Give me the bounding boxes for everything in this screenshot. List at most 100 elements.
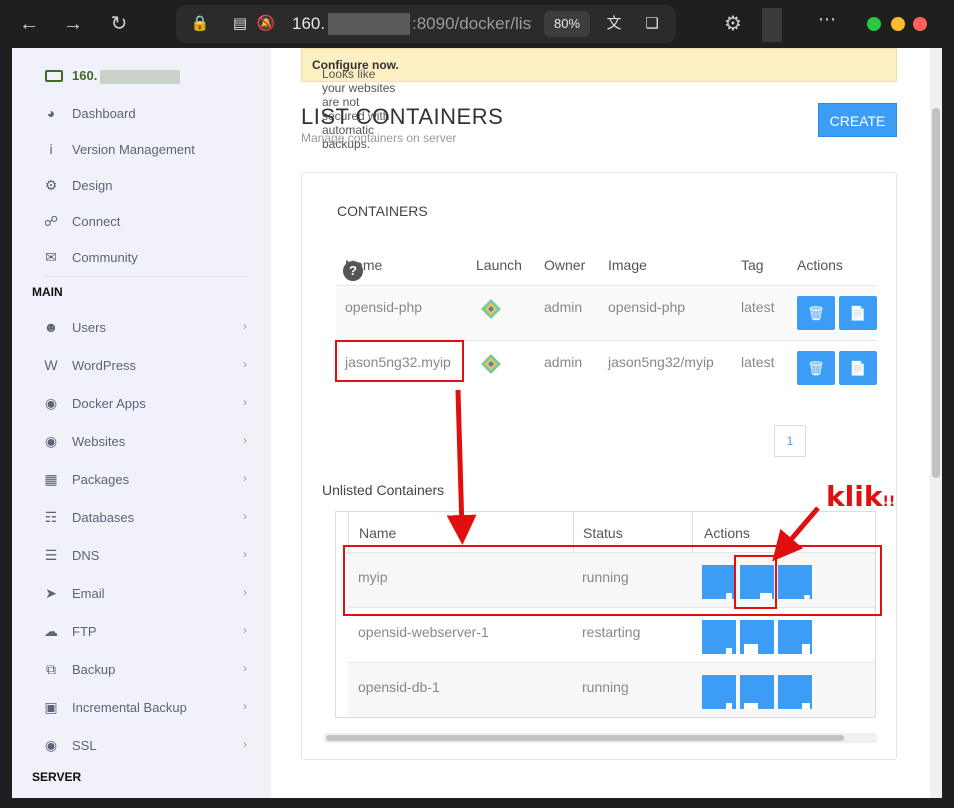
- launch-icon[interactable]: [480, 298, 502, 320]
- containers-panel: CONTAINERS Name ? Launch Owner Image Tag…: [301, 172, 897, 760]
- annotation-box-container-name: [335, 340, 464, 382]
- maximize-icon[interactable]: [867, 17, 881, 31]
- reload-icon[interactable]: ↻: [104, 9, 134, 39]
- minimize-icon[interactable]: [891, 17, 905, 31]
- manage-button[interactable]: 📄: [839, 296, 877, 330]
- sidebar-item-label: Packages: [72, 472, 130, 487]
- redacted-profile: [762, 8, 782, 42]
- lock-icon[interactable]: 🔒: [190, 14, 210, 34]
- info-icon: i: [49, 141, 53, 157]
- sidebar-item-label: Users: [72, 320, 106, 335]
- containers-table-header: Name ? Launch Owner Image Tag Actions: [336, 245, 877, 285]
- more-menu-icon[interactable]: ⋯: [818, 9, 836, 30]
- table-row: opensid-db-1 running: [348, 662, 875, 717]
- lock-icon: ◉: [44, 737, 58, 753]
- translate-icon[interactable]: 文: [604, 14, 624, 34]
- sidebar-item-dns[interactable]: ☰ DNS ›: [42, 541, 247, 569]
- sidebar-divider: [42, 276, 248, 277]
- sidebar-item-community[interactable]: ✉ Community: [42, 243, 247, 271]
- action-button-3[interactable]: [778, 675, 812, 709]
- zoom-indicator[interactable]: 80%: [544, 11, 590, 37]
- unlisted-title: Unlisted Containers: [322, 482, 445, 498]
- sidebar-item-design[interactable]: ⚙ Design: [42, 171, 247, 199]
- manage-button[interactable]: 📄: [839, 351, 877, 385]
- container-image: jason5ng32/myip: [608, 354, 714, 370]
- launch-icon[interactable]: [480, 353, 502, 375]
- dashboard-icon: ◕: [46, 105, 56, 121]
- sidebar-item-label: Connect: [72, 214, 121, 229]
- table-hscrollbar[interactable]: [324, 733, 877, 743]
- forward-icon[interactable]: →: [58, 9, 88, 39]
- cloud-upload-icon: ☁: [44, 623, 58, 639]
- address-bar[interactable]: 🔒 ▤ 🔕 160. :8090/docker/list 80% 文 ❏: [176, 5, 676, 43]
- action-button-2[interactable]: [740, 620, 774, 654]
- redacted-host: [100, 70, 180, 84]
- sidebar-item-label: Email: [72, 586, 105, 601]
- file-icon: 📄: [849, 360, 867, 376]
- sidebar-item-label: Design: [72, 178, 113, 193]
- sidebar-item-dashboard[interactable]: ◕ Dashboard: [42, 99, 247, 127]
- action-button-1[interactable]: [702, 675, 736, 709]
- col-name: Name: [359, 525, 397, 541]
- url-host: 160.: [292, 14, 326, 33]
- chevron-right-icon: ›: [243, 699, 247, 713]
- sidebar-item-label: Community: [72, 250, 138, 265]
- wordpress-icon: W: [44, 357, 58, 373]
- trash-icon: 🗑: [807, 360, 825, 376]
- action-button-1[interactable]: [702, 620, 736, 654]
- site-info-icon[interactable]: ▤: [230, 14, 250, 34]
- action-button-2[interactable]: [740, 675, 774, 709]
- page-scrollbar-thumb[interactable]: [932, 108, 940, 478]
- chevron-right-icon: ›: [243, 357, 247, 371]
- chevron-right-icon: ›: [243, 737, 247, 751]
- sidebar-item-ftp[interactable]: ☁ FTP ›: [42, 617, 247, 645]
- col-status: Status: [583, 525, 623, 541]
- container-tag: latest: [741, 354, 775, 370]
- container-image: opensid-php: [608, 299, 686, 315]
- col-owner: Owner: [544, 257, 586, 273]
- chevron-right-icon: ›: [243, 433, 247, 447]
- sidebar-item-ssl[interactable]: ◉ SSL ›: [42, 731, 247, 759]
- sidebar-item-incremental-backup[interactable]: ▣ Incremental Backup ›: [42, 693, 247, 721]
- create-button[interactable]: CREATE: [818, 103, 897, 137]
- pagination-page-1[interactable]: 1: [774, 425, 806, 457]
- sidebar-item-websites[interactable]: ◉ Websites ›: [42, 427, 247, 455]
- chevron-right-icon: ›: [243, 395, 247, 409]
- page: 160. ◕ Dashboard i Version Management ⚙ Desig…: [12, 48, 942, 798]
- action-button-3[interactable]: [778, 620, 812, 654]
- container-tag: latest: [741, 299, 775, 315]
- copy-icon: ⧉: [46, 661, 56, 677]
- close-icon[interactable]: [913, 17, 927, 31]
- col-launch: Launch: [476, 257, 522, 273]
- annotation-box-button: [734, 555, 777, 609]
- delete-button[interactable]: 🗑: [797, 296, 835, 330]
- help-icon[interactable]: ?: [343, 261, 363, 281]
- table-hscrollbar-thumb[interactable]: [326, 735, 844, 741]
- sidebar-item-users[interactable]: ☻ Users ›: [42, 313, 247, 341]
- sidebar-item-version-management[interactable]: i Version Management: [42, 135, 247, 163]
- backup-alert: Looks like your websites are not secured…: [301, 48, 897, 151]
- globe-icon: ◉: [44, 395, 58, 411]
- page-title: LIST CONTAINERS: [301, 104, 504, 129]
- sidebar-item-email[interactable]: ➤ Email ›: [42, 579, 247, 607]
- reading-mode-icon[interactable]: ❏: [642, 14, 662, 34]
- database-icon: ☶: [44, 509, 58, 525]
- sidebar-item-docker-apps[interactable]: ◉ Docker Apps ›: [42, 389, 247, 417]
- sidebar-item-packages[interactable]: ▦ Packages ›: [42, 465, 247, 493]
- back-icon[interactable]: ←: [14, 9, 44, 39]
- page-subtitle: Manage containers on server: [301, 131, 457, 145]
- users-icon: ☻: [43, 319, 59, 335]
- sidebar-item-backup[interactable]: ⧉ Backup ›: [42, 655, 247, 683]
- sidebar-item-wordpress[interactable]: W WordPress ›: [42, 351, 247, 379]
- sidebar-item-connect[interactable]: ☍ Connect: [42, 207, 247, 235]
- url-path: :8090/docker/list: [412, 14, 532, 33]
- chevron-right-icon: ›: [243, 471, 247, 485]
- notifications-off-icon[interactable]: 🔕: [256, 14, 276, 34]
- sidebar-item-label: Websites: [72, 434, 126, 449]
- delete-button[interactable]: 🗑: [797, 351, 835, 385]
- extensions-icon[interactable]: ⚙: [718, 9, 748, 39]
- server-host[interactable]: 160.: [72, 68, 97, 83]
- sidebar: 160. ◕ Dashboard i Version Management ⚙ Desig…: [12, 48, 271, 798]
- sidebar-item-databases[interactable]: ☶ Databases ›: [42, 503, 247, 531]
- annotation-label: klik!!: [826, 480, 896, 513]
